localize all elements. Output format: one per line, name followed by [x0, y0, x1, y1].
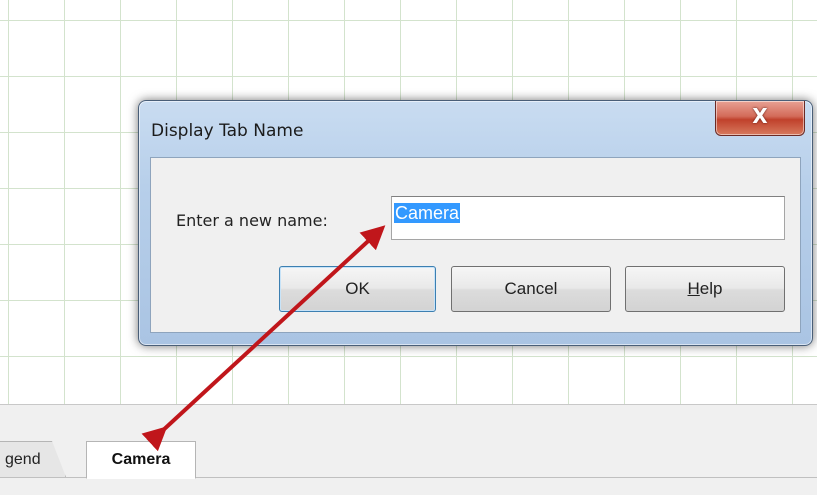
tab-label: Camera	[111, 451, 171, 468]
help-accelerator: H	[687, 279, 700, 298]
dialog-content: Enter a new name: Camera OK Cancel Help	[150, 157, 801, 333]
close-icon: X	[752, 104, 768, 128]
name-field-label: Enter a new name:	[176, 211, 328, 230]
ok-button[interactable]: OK	[279, 266, 436, 312]
help-label-rest: elp	[699, 279, 723, 298]
display-tab-name-dialog: Display Tab Name X Enter a new name: Cam…	[138, 100, 813, 346]
selected-text: Camera	[394, 203, 461, 223]
tab-camera[interactable]: Camera	[86, 441, 196, 479]
cancel-button[interactable]: Cancel	[451, 266, 611, 312]
close-button[interactable]: X	[715, 101, 805, 136]
tab-name-input[interactable]: Camera	[391, 196, 785, 240]
tab-label: gend	[5, 451, 41, 468]
help-button[interactable]: Help	[625, 266, 785, 312]
dialog-title: Display Tab Name	[151, 121, 304, 141]
